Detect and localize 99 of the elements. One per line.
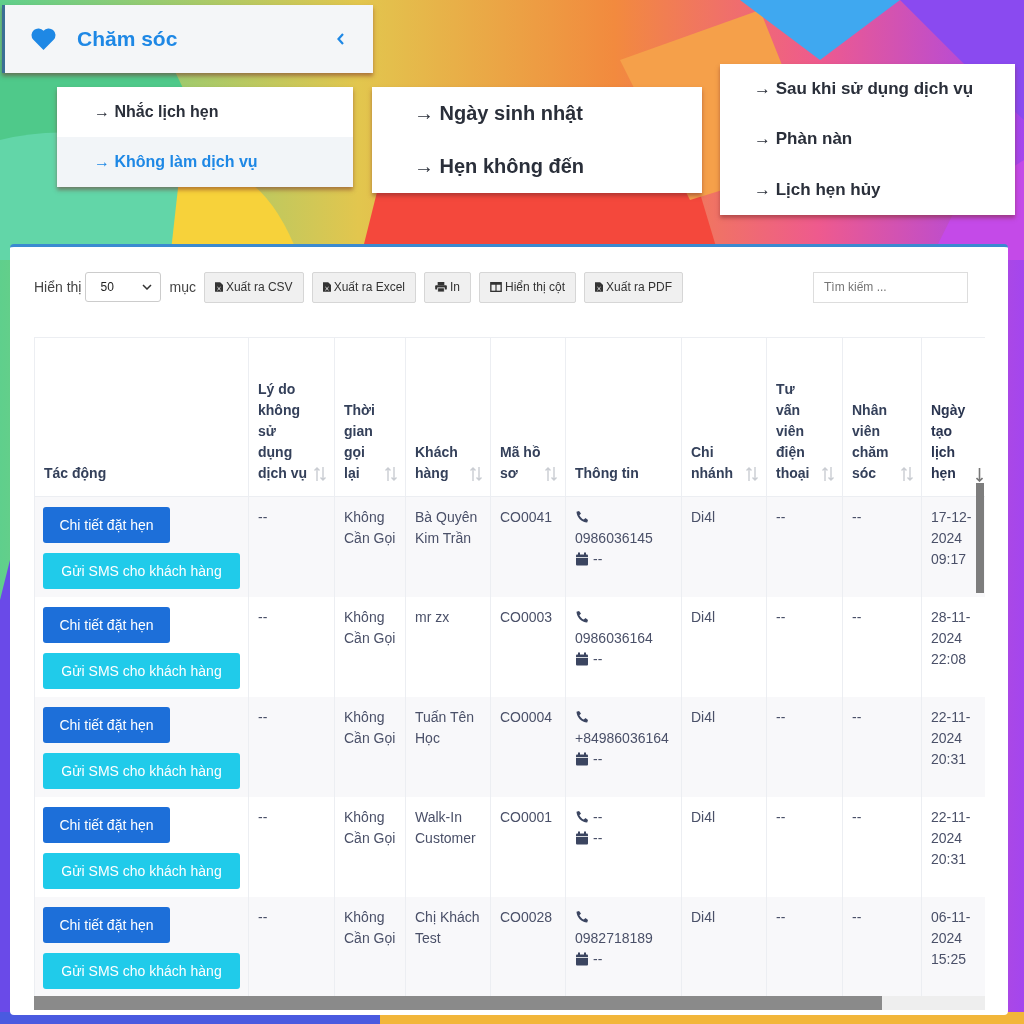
column-header[interactable]: Tư vấn viên điện thoại xyxy=(766,337,843,497)
csv-button[interactable]: Xuất ra CSV xyxy=(203,271,304,303)
table-cell: -- xyxy=(776,708,786,725)
table-cell: Không Cần Gọi xyxy=(344,808,396,846)
table-cell: Không Cần Gọi xyxy=(344,608,396,646)
column-header[interactable]: Thông tin xyxy=(565,337,682,497)
chevron-left-icon xyxy=(337,33,345,45)
vertical-scrollbar[interactable] xyxy=(976,483,984,593)
table-cell: -- xyxy=(852,808,862,825)
phone-number: 0982718189 xyxy=(575,928,653,948)
table-cell: Bà Quyên Kim Trần xyxy=(415,509,478,546)
file-icon xyxy=(214,282,223,292)
appointment-detail-button[interactable]: Chi tiết đặt hẹn xyxy=(43,507,170,543)
menu-title: Chăm sóc xyxy=(77,27,179,51)
table-cell-text: 22-11-2024 20:31 xyxy=(931,807,972,869)
calendar-icon xyxy=(575,830,589,845)
table-cell: -- xyxy=(776,509,786,525)
search-field[interactable]: Tìm kiếm ... xyxy=(813,271,968,303)
table-cell: -- xyxy=(258,808,268,825)
table-cell: -- xyxy=(852,509,862,525)
submenu-item[interactable]: → Lịch hẹn hủy xyxy=(720,164,1015,215)
table-cell: Không Cần Gọi xyxy=(344,509,396,546)
phone-icon xyxy=(575,809,589,824)
phone-icon xyxy=(575,510,589,524)
caret-icon xyxy=(142,284,153,290)
column-header[interactable]: Khách hàng xyxy=(405,337,491,497)
column-header[interactable]: Tác động xyxy=(34,337,249,497)
table-cell: CO0041 xyxy=(500,509,553,525)
phone-number: 0986036164 xyxy=(575,628,653,648)
table-cell-text: 17-12-2024 09:17 xyxy=(931,508,973,569)
submenu-item[interactable]: → Phàn nàn xyxy=(720,114,1015,165)
table-cell: Walk-In Customer xyxy=(415,808,476,846)
column-header[interactable]: Chi nhánh xyxy=(681,337,767,497)
phone-icon xyxy=(575,709,589,724)
show-label: Hiển thị xyxy=(34,279,82,295)
columns-icon xyxy=(490,282,502,292)
table-cell: Di4l xyxy=(691,509,716,525)
printer-icon xyxy=(435,282,447,292)
appointment-detail-button[interactable]: Chi tiết đặt hẹn xyxy=(43,806,170,843)
table-cell: -- xyxy=(258,608,268,625)
phone-icon xyxy=(575,909,589,924)
table-cell: -- xyxy=(852,608,862,625)
table-cell: Di4l xyxy=(691,808,716,825)
table-cell: Di4l xyxy=(691,708,716,725)
table-cell: Chị Khách Test xyxy=(415,908,480,946)
table-cell: CO0028 xyxy=(500,908,553,925)
table-cell: -- xyxy=(776,908,786,925)
table-cell: CO0004 xyxy=(500,708,553,725)
file-icon xyxy=(595,282,604,292)
submenu-item[interactable]: → Nhắc lịch hẹn xyxy=(57,87,353,137)
appointment-date: -- xyxy=(593,649,603,669)
appointment-detail-button[interactable]: Chi tiết đặt hẹn xyxy=(43,906,170,943)
appointment-detail-button[interactable]: Chi tiết đặt hẹn xyxy=(43,706,170,743)
heart-icon xyxy=(30,27,57,51)
appointment-date: -- xyxy=(593,828,603,848)
phone-number: +84986036164 xyxy=(575,728,669,748)
appointment-date: -- xyxy=(593,749,603,769)
table-cell: Không Cần Gọi xyxy=(344,708,396,746)
table-cell: Không Cần Gọi xyxy=(344,908,396,946)
column-header[interactable]: Nhân viên chăm sóc xyxy=(842,337,922,497)
table-cell: -- xyxy=(852,908,862,925)
page-size-select[interactable]: 50 xyxy=(85,272,162,302)
phone-icon xyxy=(575,609,589,624)
calendar-icon xyxy=(575,651,589,666)
table-cell: -- xyxy=(852,708,862,725)
table-cell-text: 06-11-2024 15:25 xyxy=(931,907,972,969)
print-button[interactable]: In xyxy=(424,271,471,303)
appointment-date: -- xyxy=(593,550,603,569)
table-cell: Di4l xyxy=(691,908,716,925)
calendar-icon xyxy=(575,552,589,566)
appointment-detail-button[interactable]: Chi tiết đặt hẹn xyxy=(43,606,170,643)
column-header[interactable]: Lý do không sử dụng dịch vụ xyxy=(248,337,335,497)
table-cell: CO0001 xyxy=(500,808,553,825)
table-cell: mr zx xyxy=(415,608,450,625)
calendar-icon xyxy=(575,951,589,966)
table-cell: -- xyxy=(258,708,268,725)
pdf-button[interactable]: Xuất ra PDF xyxy=(584,271,684,303)
table-cell: -- xyxy=(258,509,268,525)
column-header[interactable]: Thời gian gọi lại xyxy=(334,337,406,497)
table-cell-text: 22-11-2024 20:31 xyxy=(931,707,972,769)
table-cell: -- xyxy=(776,608,786,625)
submenu-item[interactable]: → Sau khi sử dụng dịch vụ xyxy=(720,64,1015,115)
table-cell: CO0003 xyxy=(500,608,553,625)
horizontal-scrollbar[interactable] xyxy=(34,996,985,1010)
submenu-item[interactable]: → Ngày sinh nhật xyxy=(372,87,702,140)
table-cell: Tuấn Tên Học xyxy=(415,708,475,746)
calendar-icon xyxy=(575,751,589,766)
table-cell: Di4l xyxy=(691,608,716,625)
entries-label: mục xyxy=(169,279,196,295)
table-cell-text: 28-11-2024 22:08 xyxy=(931,607,972,669)
columns-button[interactable]: Hiển thị cột xyxy=(479,271,577,303)
column-header[interactable]: Mã hồ sơ xyxy=(490,337,566,497)
phone-number: -- xyxy=(593,807,603,827)
excel-button[interactable]: Xuất ra Excel xyxy=(311,271,416,303)
table-cell: -- xyxy=(258,908,268,925)
table-cell: -- xyxy=(776,808,786,825)
phone-number: 0986036145 xyxy=(575,529,653,548)
appointment-date: -- xyxy=(593,949,603,969)
file-icon xyxy=(322,282,331,292)
